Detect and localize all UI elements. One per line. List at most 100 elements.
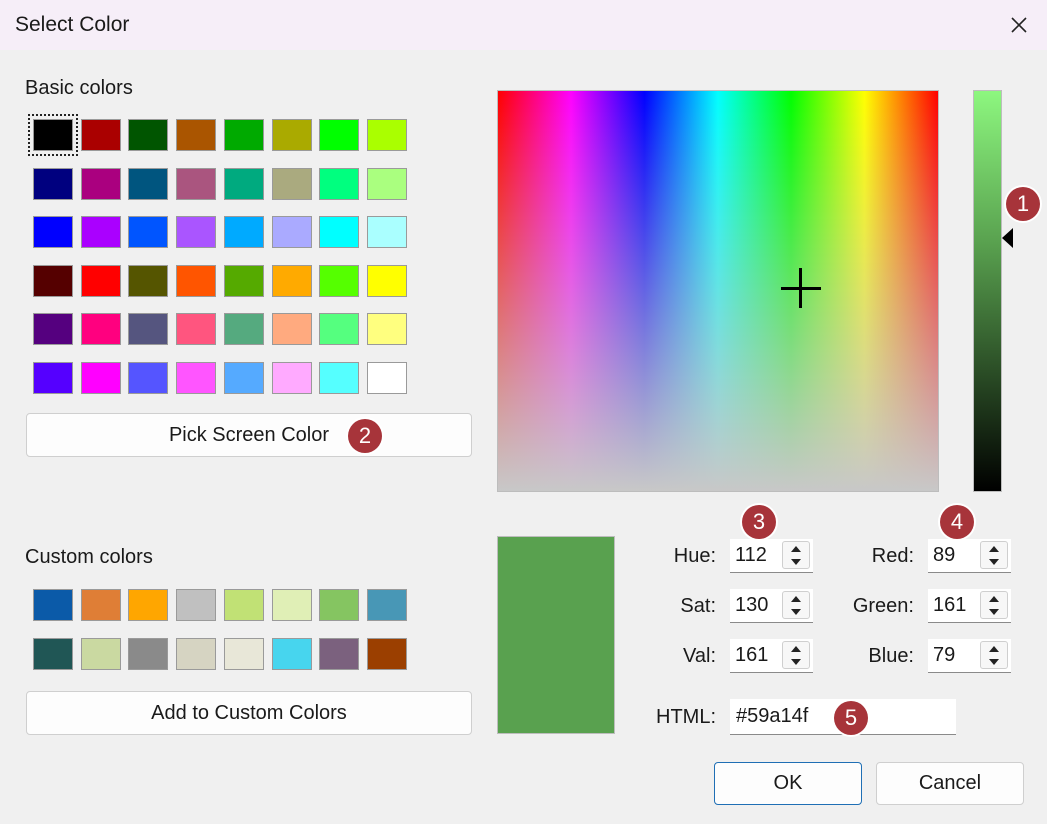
custom-color-swatch[interactable] — [366, 637, 407, 670]
add-to-custom-colors-button[interactable]: Add to Custom Colors — [26, 691, 472, 735]
red-decrement-button[interactable] — [981, 555, 1007, 568]
custom-color-swatch[interactable] — [80, 589, 121, 621]
basic-color-swatch[interactable] — [33, 362, 73, 394]
basic-color-swatch[interactable] — [176, 362, 217, 394]
basic-color-swatch[interactable] — [319, 264, 360, 297]
basic-color-swatch[interactable] — [366, 216, 407, 249]
basic-color-swatch[interactable] — [33, 264, 73, 297]
basic-color-swatch[interactable] — [319, 216, 360, 249]
basic-color-swatch[interactable] — [319, 119, 360, 151]
custom-color-swatch[interactable] — [80, 637, 121, 670]
green-decrement-button[interactable] — [981, 605, 1007, 618]
red-value: 89 — [933, 544, 956, 566]
basic-color-swatch[interactable] — [128, 362, 169, 394]
basic-color-swatch[interactable] — [128, 313, 169, 346]
callout-badge-1: 1 — [1006, 187, 1040, 221]
basic-color-swatch[interactable] — [128, 216, 169, 249]
ok-button[interactable]: OK — [714, 762, 862, 805]
basic-color-swatch[interactable] — [33, 313, 73, 346]
green-spinbox[interactable]: 161 — [928, 589, 1011, 623]
value-slider[interactable] — [973, 90, 1002, 492]
basic-color-swatch[interactable] — [271, 264, 312, 297]
basic-color-swatch[interactable] — [366, 264, 407, 297]
custom-color-swatch[interactable] — [366, 589, 407, 621]
basic-colors-label: Basic colors — [25, 77, 133, 99]
basic-color-swatch[interactable] — [128, 264, 169, 297]
val-increment-button[interactable] — [783, 642, 809, 655]
red-spinbox[interactable]: 89 — [928, 539, 1011, 573]
basic-color-swatch[interactable] — [176, 264, 217, 297]
basic-color-swatch[interactable] — [176, 216, 217, 249]
basic-color-swatch[interactable] — [80, 264, 121, 297]
basic-color-swatch[interactable] — [176, 313, 217, 346]
basic-color-swatch[interactable] — [271, 362, 312, 394]
basic-color-swatch[interactable] — [223, 264, 264, 297]
slider-arrow-icon[interactable] — [1002, 228, 1013, 248]
sat-label: Sat: — [680, 595, 716, 617]
callout-badge-5: 5 — [834, 701, 868, 735]
val-spin-buttons — [782, 641, 810, 669]
basic-color-swatch[interactable] — [28, 114, 78, 156]
basic-color-swatch[interactable] — [319, 313, 360, 346]
hue-spinbox[interactable]: 112 — [730, 539, 813, 573]
sat-spinbox[interactable]: 130 — [730, 589, 813, 623]
basic-color-swatch[interactable] — [223, 216, 264, 249]
basic-color-swatch[interactable] — [223, 119, 264, 151]
basic-color-swatch[interactable] — [271, 119, 312, 151]
custom-color-swatch[interactable] — [223, 589, 264, 621]
basic-color-swatch[interactable] — [128, 167, 169, 200]
basic-color-swatch[interactable] — [366, 119, 407, 151]
basic-color-swatch[interactable] — [80, 362, 121, 394]
chevron-up-icon — [989, 595, 999, 602]
cancel-button[interactable]: Cancel — [876, 762, 1024, 805]
custom-color-swatch[interactable] — [319, 637, 360, 670]
blue-increment-button[interactable] — [981, 642, 1007, 655]
basic-color-swatch[interactable] — [223, 167, 264, 200]
custom-color-swatch[interactable] — [271, 589, 312, 621]
cancel-label: Cancel — [918, 772, 982, 794]
basic-color-swatch[interactable] — [80, 313, 121, 346]
pick-screen-color-button[interactable]: Pick Screen Color — [26, 413, 472, 457]
basic-color-swatch[interactable] — [271, 167, 312, 200]
val-decrement-button[interactable] — [783, 655, 809, 668]
blue-decrement-button[interactable] — [981, 655, 1007, 668]
basic-color-swatch[interactable] — [176, 119, 217, 151]
basic-color-swatch[interactable] — [366, 313, 407, 346]
custom-color-swatch[interactable] — [128, 589, 169, 621]
basic-color-swatch[interactable] — [223, 362, 264, 394]
custom-color-swatch[interactable] — [176, 637, 217, 670]
custom-color-swatch[interactable] — [176, 589, 217, 621]
green-increment-button[interactable] — [981, 592, 1007, 605]
sat-increment-button[interactable] — [783, 592, 809, 605]
basic-color-swatch[interactable] — [366, 167, 407, 200]
basic-color-swatch[interactable] — [366, 362, 407, 394]
blue-label: Blue: — [868, 645, 914, 667]
basic-color-swatch[interactable] — [319, 362, 360, 394]
sat-value: 130 — [735, 594, 769, 616]
basic-color-swatch[interactable] — [223, 313, 264, 346]
basic-color-swatch[interactable] — [80, 216, 121, 249]
basic-color-swatch[interactable] — [128, 119, 169, 151]
basic-color-swatch[interactable] — [80, 167, 121, 200]
basic-color-swatch[interactable] — [33, 167, 73, 200]
hue-decrement-button[interactable] — [783, 555, 809, 568]
blue-spinbox[interactable]: 79 — [928, 639, 1011, 673]
custom-color-swatch[interactable] — [319, 589, 360, 621]
hue-increment-button[interactable] — [783, 542, 809, 555]
custom-color-swatch[interactable] — [223, 637, 264, 670]
custom-color-swatch[interactable] — [33, 637, 73, 670]
custom-color-swatch[interactable] — [128, 637, 169, 670]
red-increment-button[interactable] — [981, 542, 1007, 555]
custom-color-swatch[interactable] — [271, 637, 312, 670]
basic-color-swatch[interactable] — [80, 119, 121, 151]
basic-color-swatch[interactable] — [271, 216, 312, 249]
basic-color-swatch[interactable] — [271, 313, 312, 346]
custom-color-swatch[interactable] — [33, 589, 73, 621]
close-button[interactable] — [1000, 6, 1038, 44]
basic-color-swatch[interactable] — [319, 167, 360, 200]
sat-decrement-button[interactable] — [783, 605, 809, 618]
hue-saturation-picker[interactable] — [497, 90, 939, 492]
basic-color-swatch[interactable] — [176, 167, 217, 200]
val-spinbox[interactable]: 161 — [730, 639, 813, 673]
basic-color-swatch[interactable] — [33, 216, 73, 249]
